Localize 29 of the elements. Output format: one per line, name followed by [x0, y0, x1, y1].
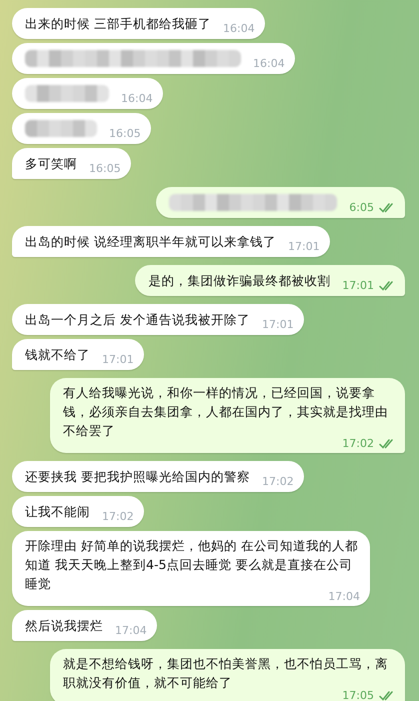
message-time: 17:01 [342, 278, 374, 294]
message-time: 16:04 [253, 56, 285, 72]
message-time: 17:05 [342, 689, 374, 701]
message-text: 出岛的时候 说经理离职半年就可以来拿钱了 [25, 234, 276, 249]
message-time: 17:01 [262, 317, 294, 333]
message-text: 钱就不给了 [25, 347, 90, 362]
message-time: 17:02 [262, 474, 294, 490]
message-time: 16:04 [223, 21, 255, 37]
message-time: 17:02 [102, 509, 134, 525]
message-time: 17:02 [342, 437, 374, 450]
message-text: 开除理由 好简单的说我摆烂，他妈的 在公司知道我的人都知道 我天天晚上整到4-5点回去睡觉 要么就是直接在公司睡觉 [25, 537, 360, 592]
message-text: 有人给我曝光说，和你一样的情况，已经回国，说要拿钱，必须亲自去集团拿，人都在国内了，其实就是找理由不给罢了 [63, 384, 389, 438]
message-time: 17:04 [115, 623, 147, 639]
message-text: 就是不想给钱呀，集团也不怕美誉黑，也不怕员工骂，离职就没有价值，就不可能给了 [63, 655, 389, 690]
message-text: 还要挟我 要把我护照曝光给国内的警察 [25, 469, 250, 484]
message-time: 16:05 [109, 126, 141, 142]
message-time: 17:01 [288, 239, 320, 255]
message-text: 出岛一个月之后 发个通告说我被开除了 [25, 312, 250, 327]
message-text: 出来的时候 三部手机都给我砸了 [25, 16, 212, 31]
message-text: 是的，集团做诈骗最终都被收割 [148, 273, 330, 288]
message-text: 然后说我摆烂 [25, 618, 103, 633]
message-text: 多可笑啊 [25, 156, 77, 171]
message-time: 16:05 [89, 161, 121, 177]
message-time: 17:04 [328, 590, 360, 603]
message-text: 让我不能闹 [25, 504, 90, 519]
message-time: 17:01 [102, 352, 134, 368]
message-time: 16:04 [121, 91, 153, 107]
blurred-text-drawing [25, 120, 97, 137]
message-time: 6:05 [349, 200, 374, 216]
